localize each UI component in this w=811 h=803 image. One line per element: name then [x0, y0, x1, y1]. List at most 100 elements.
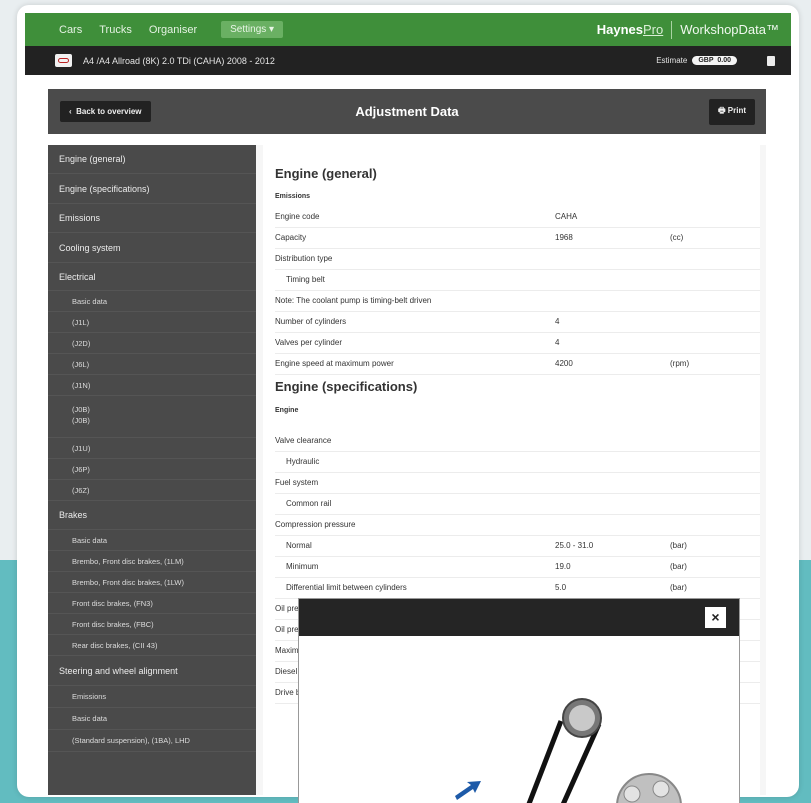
- row-label: Engine speed at maximum power: [275, 359, 394, 368]
- adjustment-header: ‹ Back to overview Adjustment Data 🖶 Pri…: [48, 89, 766, 134]
- sidebar-item-j0b[interactable]: (J0B) (J0B): [48, 396, 256, 438]
- sidebar-item-steering[interactable]: Steering and wheel alignment: [48, 656, 256, 686]
- page-title: Adjustment Data: [355, 104, 459, 119]
- brand-divider: [671, 20, 673, 39]
- row-label: Valve clearance: [275, 436, 332, 445]
- row-label: Note: The coolant pump is timing-belt dr…: [275, 296, 432, 305]
- sidebar-item-brembo-1lm[interactable]: Brembo, Front disc brakes, (1LM): [48, 551, 256, 572]
- row-unit: (cc): [670, 233, 684, 242]
- sidebar-item-front-disc-fn3[interactable]: Front disc brakes, (FN3): [48, 593, 256, 614]
- row-value: 4: [555, 338, 560, 347]
- nav-trucks[interactable]: Trucks: [99, 24, 132, 36]
- drive-belt-diagram: [455, 698, 682, 803]
- row-label: Engine code: [275, 212, 320, 221]
- car-brand-icon: [55, 54, 72, 67]
- row-value: 1968: [555, 233, 573, 242]
- direction-arrow-icon: [455, 781, 481, 800]
- sidebar-item-steering-basic-data[interactable]: Basic data: [48, 708, 256, 730]
- subsection-engine: Engine: [275, 407, 299, 414]
- brand-haynes: Haynes: [596, 22, 644, 37]
- sidebar-item-brakes-basic-data[interactable]: Basic data: [48, 530, 256, 551]
- sidebar-item-front-disc-fbc[interactable]: Front disc brakes, (FBC): [48, 614, 256, 635]
- sidebar-item-engine-specifications[interactable]: Engine (specifications): [48, 174, 256, 204]
- sidebar-item-rear-disc-cii43[interactable]: Rear disc brakes, (CII 43): [48, 635, 256, 656]
- settings-label: Settings: [230, 24, 267, 35]
- row-label: Minimum: [286, 562, 319, 571]
- row-label: Common rail: [286, 499, 332, 508]
- row-label: Normal: [286, 541, 312, 550]
- sidebar-item-electrical-basic-data[interactable]: Basic data: [48, 291, 256, 312]
- sidebar-item-j1n[interactable]: (J1N): [48, 375, 256, 396]
- row-label: Number of cylinders: [275, 317, 347, 326]
- row-label: Capacity: [275, 233, 307, 242]
- row-label: Valves per cylinder: [275, 338, 342, 347]
- sidebar-item-brakes[interactable]: Brakes: [48, 501, 256, 530]
- engine-spec-row: Fuel system: [275, 473, 760, 494]
- nav-cars[interactable]: Cars: [59, 24, 82, 36]
- row-label: Compression pressure: [275, 520, 356, 529]
- engine-spec-row: Hydraulic: [275, 452, 760, 473]
- chevron-down-icon: ▾: [269, 24, 275, 35]
- engine-general-row: Distribution type: [275, 249, 760, 270]
- estimate-pill: GBP 0.00: [692, 56, 737, 65]
- sidebar-item-j1l[interactable]: (J1L): [48, 312, 256, 333]
- back-to-overview-button[interactable]: ‹ Back to overview: [60, 101, 151, 122]
- row-value: CAHA: [555, 212, 578, 221]
- sidebar-item-brembo-1lw[interactable]: Brembo, Front disc brakes, (1LW): [48, 572, 256, 593]
- row-label: Hydraulic: [286, 457, 320, 466]
- trash-icon[interactable]: [767, 55, 775, 66]
- settings-button[interactable]: Settings ▾: [221, 21, 284, 38]
- sidebar-item-j6p[interactable]: (J6P): [48, 459, 256, 480]
- sidebar: Engine (general) Engine (specifications)…: [48, 145, 256, 795]
- engine-spec-row: Compression pressure: [275, 515, 760, 536]
- subsection-emissions: Emissions: [275, 193, 311, 200]
- engine-spec-row: Differential limit between cylinders 5.0 (…: [275, 578, 760, 599]
- vehicle-bar: A4 /A4 Allroad (8K) 2.0 TDi (CAHA) 2008 …: [25, 46, 791, 75]
- row-value: 4: [555, 317, 560, 326]
- section-title-engine-general: Engine (general): [275, 166, 377, 181]
- sidebar-item-electrical[interactable]: Electrical: [48, 263, 256, 291]
- back-label: Back to overview: [76, 107, 142, 116]
- belt-left-line: [526, 720, 564, 803]
- brand-workshopdata: WorkshopData™: [680, 22, 779, 37]
- sidebar-item-cooling-system[interactable]: Cooling system: [48, 233, 256, 263]
- row-unit: (rpm): [670, 359, 690, 368]
- sidebar-item-standard-suspension[interactable]: (Standard suspension), (1BA), LHD: [48, 730, 256, 752]
- estimate[interactable]: Estimate GBP 0.00: [656, 56, 737, 65]
- sidebar-item-j2d[interactable]: (J2D): [48, 333, 256, 354]
- row-label: Differential limit between cylinders: [286, 583, 407, 592]
- brand-pro: Pro: [643, 22, 664, 37]
- engine-general-row: Engine speed at maximum power 4200 (rpm): [275, 354, 760, 375]
- top-navigation: Cars Trucks Organiser Settings ▾ Haynes P…: [25, 13, 791, 46]
- print-button[interactable]: 🖶 Print: [708, 98, 755, 125]
- sidebar-label-j0b-1: (J0B): [72, 405, 90, 414]
- sidebar-item-j6l[interactable]: (J6L): [48, 354, 256, 375]
- estimate-currency: GBP: [698, 57, 714, 64]
- row-unit: (bar): [670, 541, 687, 550]
- section-title-engine-specifications: Engine (specifications): [275, 379, 418, 394]
- diagram-modal: ×: [298, 598, 740, 803]
- sidebar-item-engine-general[interactable]: Engine (general): [48, 145, 256, 174]
- engine-general-row: Valves per cylinder 4: [275, 333, 760, 354]
- row-value: 25.0 - 31.0: [555, 541, 594, 550]
- print-label: Print: [727, 105, 746, 115]
- tensioner-pulley-hub: [569, 705, 595, 731]
- pulley-hole-2: [652, 780, 670, 798]
- chevron-left-icon: ‹: [69, 107, 72, 116]
- row-value: 19.0: [555, 562, 571, 571]
- sidebar-item-j1u[interactable]: (J1U): [48, 438, 256, 459]
- engine-general-row: Capacity 1968 (cc): [275, 228, 760, 249]
- nav-organiser[interactable]: Organiser: [149, 24, 197, 36]
- modal-header: ×: [299, 599, 739, 636]
- close-icon[interactable]: ×: [705, 607, 726, 628]
- sidebar-item-j6z[interactable]: (J6Z): [48, 480, 256, 501]
- estimate-value: 0.00: [717, 57, 731, 64]
- row-value: 5.0: [555, 583, 567, 592]
- row-label: Fuel system: [275, 478, 319, 487]
- engine-spec-row: Common rail: [275, 494, 760, 515]
- engine-spec-row: Minimum 19.0 (bar): [275, 557, 760, 578]
- engine-general-row: Number of cylinders 4: [275, 312, 760, 333]
- sidebar-item-steering-emissions[interactable]: Emissions: [48, 686, 256, 708]
- sidebar-item-emissions[interactable]: Emissions: [48, 204, 256, 233]
- row-value: 4200: [555, 359, 573, 368]
